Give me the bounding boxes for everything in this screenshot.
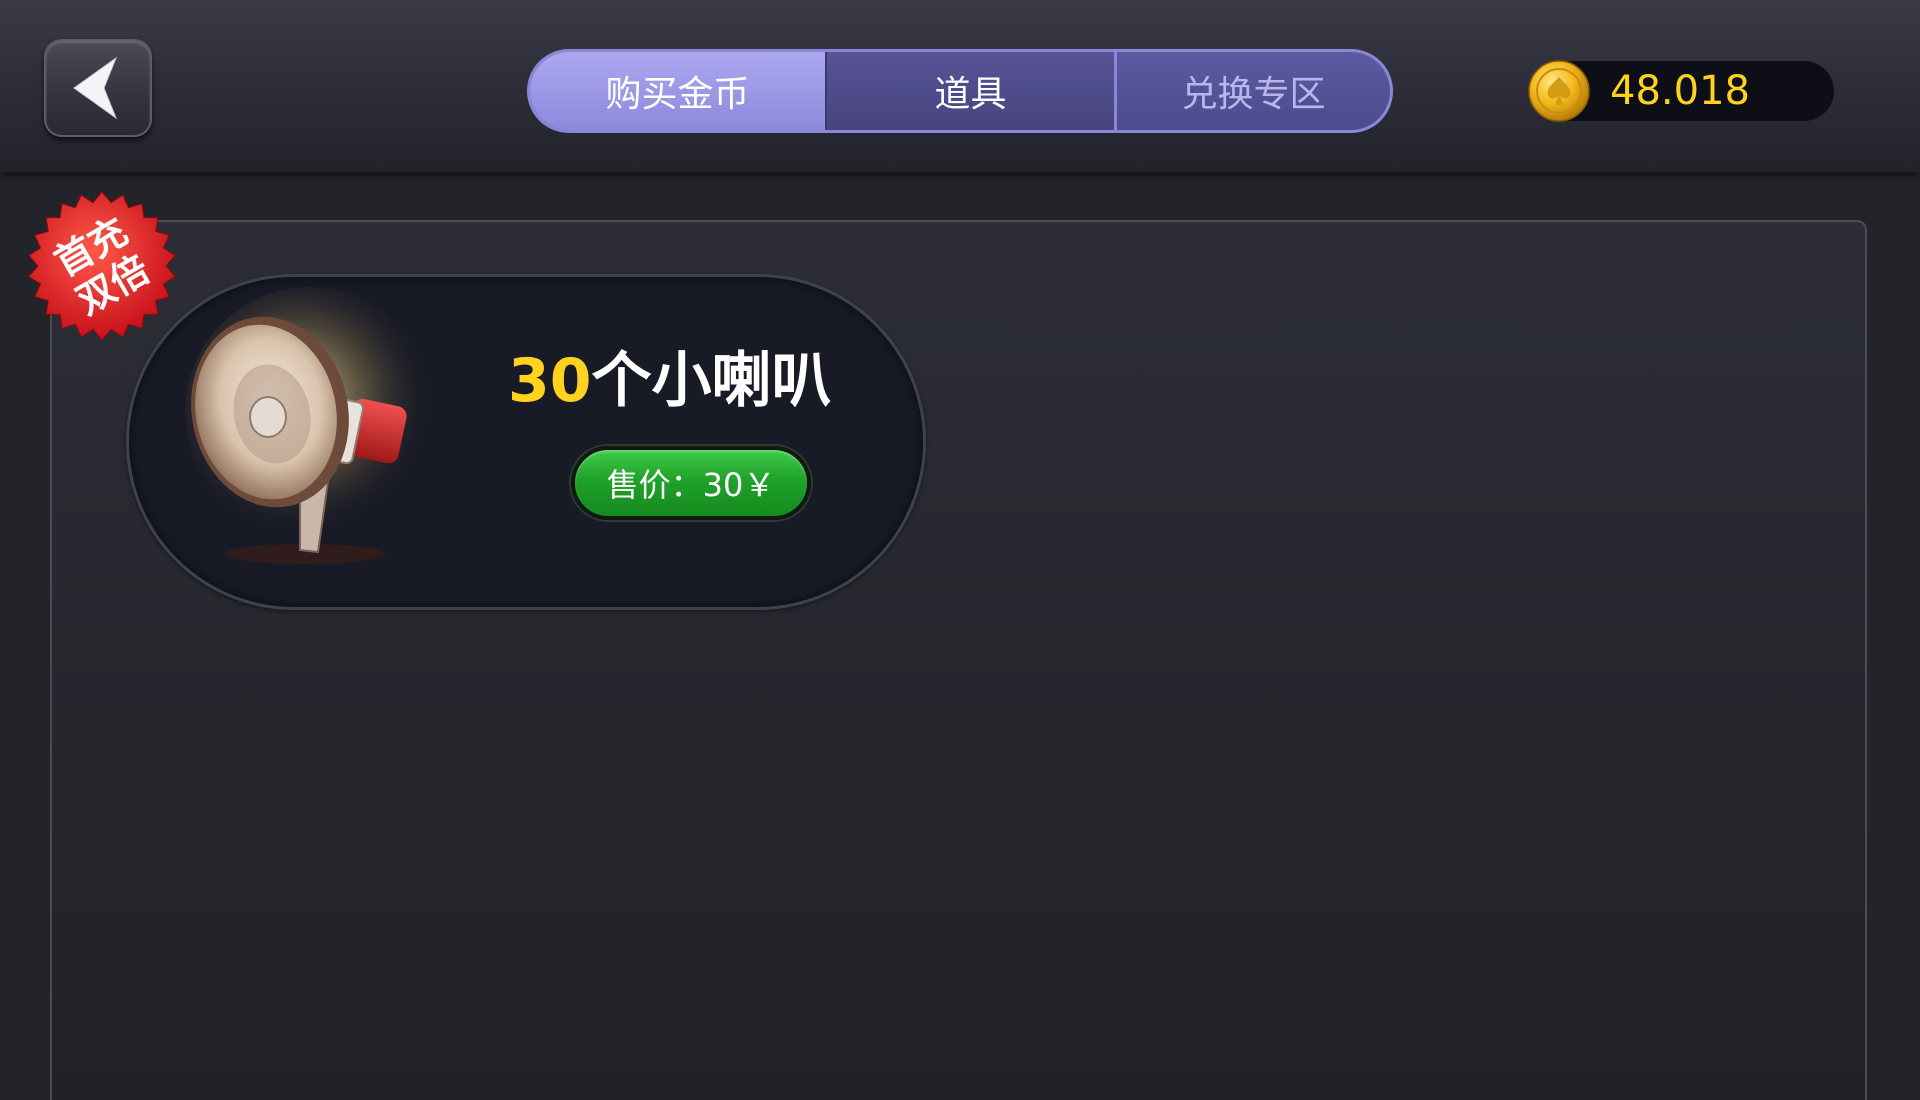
tab-buy-coins[interactable]: 购买金币	[530, 52, 825, 130]
back-arrow-icon	[73, 56, 118, 120]
coin-balance: 48.018	[1528, 60, 1834, 122]
balance-value: 48.018	[1610, 68, 1750, 114]
item-title: 30个小喇叭	[508, 345, 832, 417]
gold-coin-icon	[1528, 60, 1590, 122]
buy-button[interactable]: 售价：30￥	[571, 446, 811, 520]
tab-items[interactable]: 道具	[825, 52, 1114, 130]
item-quantity: 30	[508, 346, 592, 416]
tab-exchange[interactable]: 兑换专区	[1114, 52, 1390, 130]
megaphone-icon	[185, 287, 435, 564]
item-name: 个小喇叭	[591, 346, 832, 416]
back-button[interactable]	[44, 39, 152, 137]
top-bar: 购买金币 道具 兑换专区 48.018	[0, 0, 1920, 172]
tab-bar: 购买金币 道具 兑换专区	[527, 49, 1393, 133]
